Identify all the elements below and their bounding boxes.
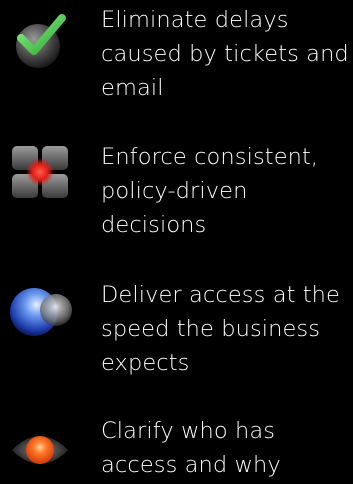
feature-line: policy-driven [101,178,248,204]
feature-line: speed the business [101,316,321,342]
feature-line: caused by tickets and [101,41,349,67]
eye-icon [8,416,72,480]
feature-line: email [101,75,164,101]
feature-item-enforce-policy: Enforce consistent, policy-driven decisi… [0,136,353,256]
feature-line: decisions [101,212,207,238]
feature-line: access and why [101,452,281,478]
feature-text: Eliminate delays caused by tickets and e… [101,3,353,105]
feature-line: Eliminate delays [101,7,289,33]
check-circle-icon [8,8,72,72]
feature-item-clarify-access: Clarify who has access and why [0,410,353,478]
feature-text: Deliver access at the speed the business… [101,278,353,380]
feature-item-eliminate-delays: Eliminate delays caused by tickets and e… [0,0,353,120]
policy-grid-icon [8,142,72,206]
feature-line: Deliver access at the [101,282,340,308]
feature-line: Clarify who has [101,418,276,444]
feature-line: expects [101,350,190,376]
feature-line: Enforce consistent, [101,144,319,170]
overlapping-circles-icon [8,280,72,344]
feature-text: Enforce consistent, policy-driven decisi… [101,140,353,242]
feature-text: Clarify who has access and why [101,414,353,482]
feature-item-deliver-access: Deliver access at the speed the business… [0,274,353,384]
